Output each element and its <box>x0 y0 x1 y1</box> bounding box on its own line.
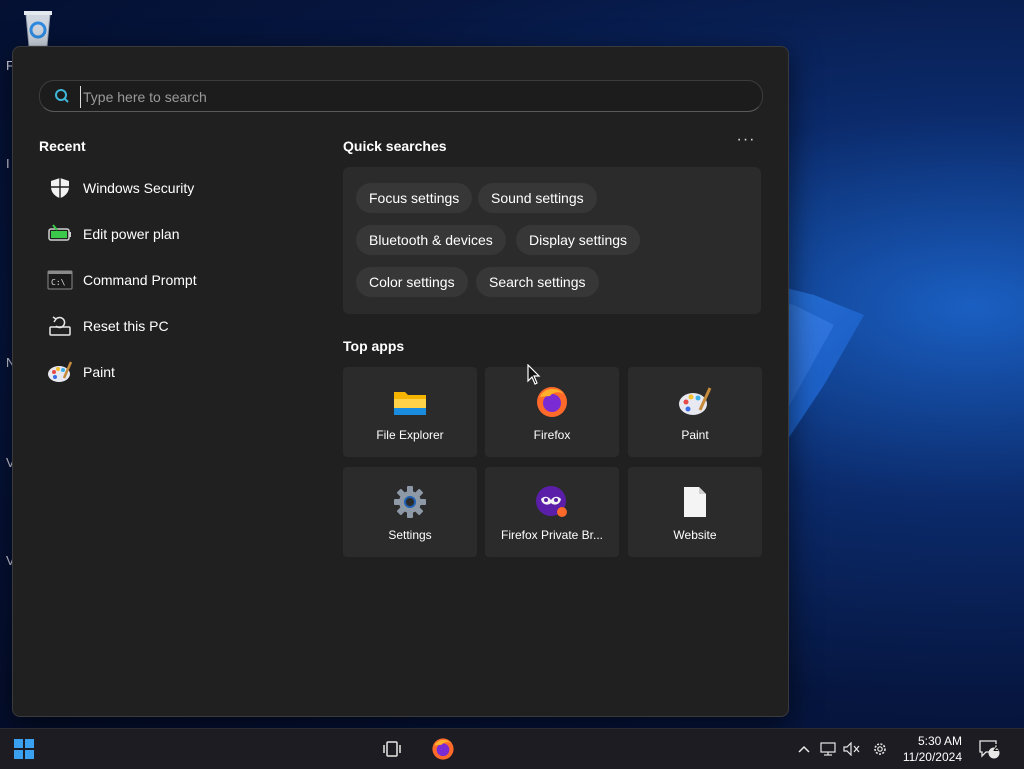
chip-bluetooth-devices[interactable]: Bluetooth & devices <box>356 225 506 255</box>
svg-text:C:\: C:\ <box>51 278 66 287</box>
taskbar-settings-button[interactable] <box>869 729 891 769</box>
search-box[interactable] <box>39 80 763 112</box>
paint-palette-icon <box>678 385 712 419</box>
start-icon <box>14 739 34 759</box>
recent-item-paint[interactable]: Paint <box>39 349 309 395</box>
settings-gear-icon <box>393 485 427 519</box>
battery-icon <box>47 221 73 247</box>
more-options-button[interactable]: ··· <box>735 132 757 155</box>
notification-count-badge: 2 <box>993 743 999 754</box>
search-input[interactable] <box>80 86 745 108</box>
recent-item-label: Edit power plan <box>83 226 180 242</box>
mouse-cursor-icon <box>527 364 541 385</box>
chip-sound-settings[interactable]: Sound settings <box>478 183 597 213</box>
desktop-icon-label[interactable]: I <box>6 156 10 171</box>
chevron-up-icon <box>798 745 810 753</box>
recent-item-label: Paint <box>83 364 115 380</box>
recent-item-label: Reset this PC <box>83 318 169 334</box>
chip-search-settings[interactable]: Search settings <box>476 267 599 297</box>
command-prompt-icon: C:\ <box>47 267 73 293</box>
start-button[interactable] <box>4 729 44 769</box>
top-apps-title: Top apps <box>343 338 405 354</box>
firefox-icon <box>432 738 454 760</box>
recent-item-label: Command Prompt <box>83 272 197 288</box>
chip-focus-settings[interactable]: Focus settings <box>356 183 473 213</box>
clock-date: 11/20/2024 <box>902 750 962 764</box>
recent-item-windows-security[interactable]: Windows Security <box>39 165 309 211</box>
app-tile-website[interactable]: Website <box>628 467 762 557</box>
shield-icon <box>47 175 73 201</box>
app-tile-firefox[interactable]: Firefox <box>485 367 619 457</box>
search-flyout: Recent Windows Security Edit power plan … <box>12 46 789 717</box>
task-view-icon <box>383 741 401 757</box>
firefox-private-icon <box>535 485 569 519</box>
clock-time: 5:30 AM <box>917 734 962 748</box>
firefox-icon <box>535 385 569 419</box>
app-tile-label: Website <box>673 528 717 542</box>
settings-gear-icon <box>874 743 886 755</box>
clock[interactable]: 5:30 AM 11/20/2024 <box>903 733 962 765</box>
app-tile-label: Paint <box>681 428 709 442</box>
chip-color-settings[interactable]: Color settings <box>356 267 468 297</box>
task-view-button[interactable] <box>372 729 412 769</box>
volume-button[interactable] <box>842 729 862 769</box>
recent-item-command-prompt[interactable]: C:\ Command Prompt <box>39 257 309 303</box>
network-button[interactable] <box>818 729 838 769</box>
app-tile-file-explorer[interactable]: File Explorer <box>343 367 477 457</box>
app-tile-label: Firefox Private Br... <box>500 528 604 542</box>
app-tile-paint[interactable]: Paint <box>628 367 762 457</box>
volume-muted-icon <box>843 742 860 756</box>
quick-searches-title: Quick searches <box>343 138 447 154</box>
notifications-button[interactable]: 2 <box>976 729 1002 769</box>
app-tile-settings[interactable]: Settings <box>343 467 477 557</box>
network-icon <box>820 742 836 756</box>
paint-palette-icon <box>47 359 73 385</box>
search-icon <box>55 89 69 103</box>
recent-item-reset-this-pc[interactable]: Reset this PC <box>39 303 309 349</box>
reset-pc-icon <box>47 313 73 339</box>
recent-item-edit-power-plan[interactable]: Edit power plan <box>39 211 309 257</box>
chip-display-settings[interactable]: Display settings <box>516 225 641 255</box>
quick-searches-panel: Focus settings Sound settings Bluetooth … <box>343 167 761 314</box>
recycle-bin-icon[interactable] <box>18 8 58 48</box>
recent-item-label: Windows Security <box>83 180 195 196</box>
app-tile-label: File Explorer <box>376 428 444 442</box>
app-tile-label: Firefox <box>533 428 571 442</box>
taskbar: 5:30 AM 11/20/2024 2 <box>0 728 1024 769</box>
show-hidden-icons-button[interactable] <box>794 729 814 769</box>
taskbar-firefox-button[interactable] <box>423 729 463 769</box>
app-tile-firefox-private[interactable]: Firefox Private Br... <box>485 467 619 557</box>
recent-title: Recent <box>39 138 86 154</box>
file-explorer-icon <box>393 385 427 419</box>
recent-list: Windows Security Edit power plan C:\ Com… <box>39 165 309 395</box>
document-icon <box>678 485 712 519</box>
app-tile-label: Settings <box>388 528 432 542</box>
